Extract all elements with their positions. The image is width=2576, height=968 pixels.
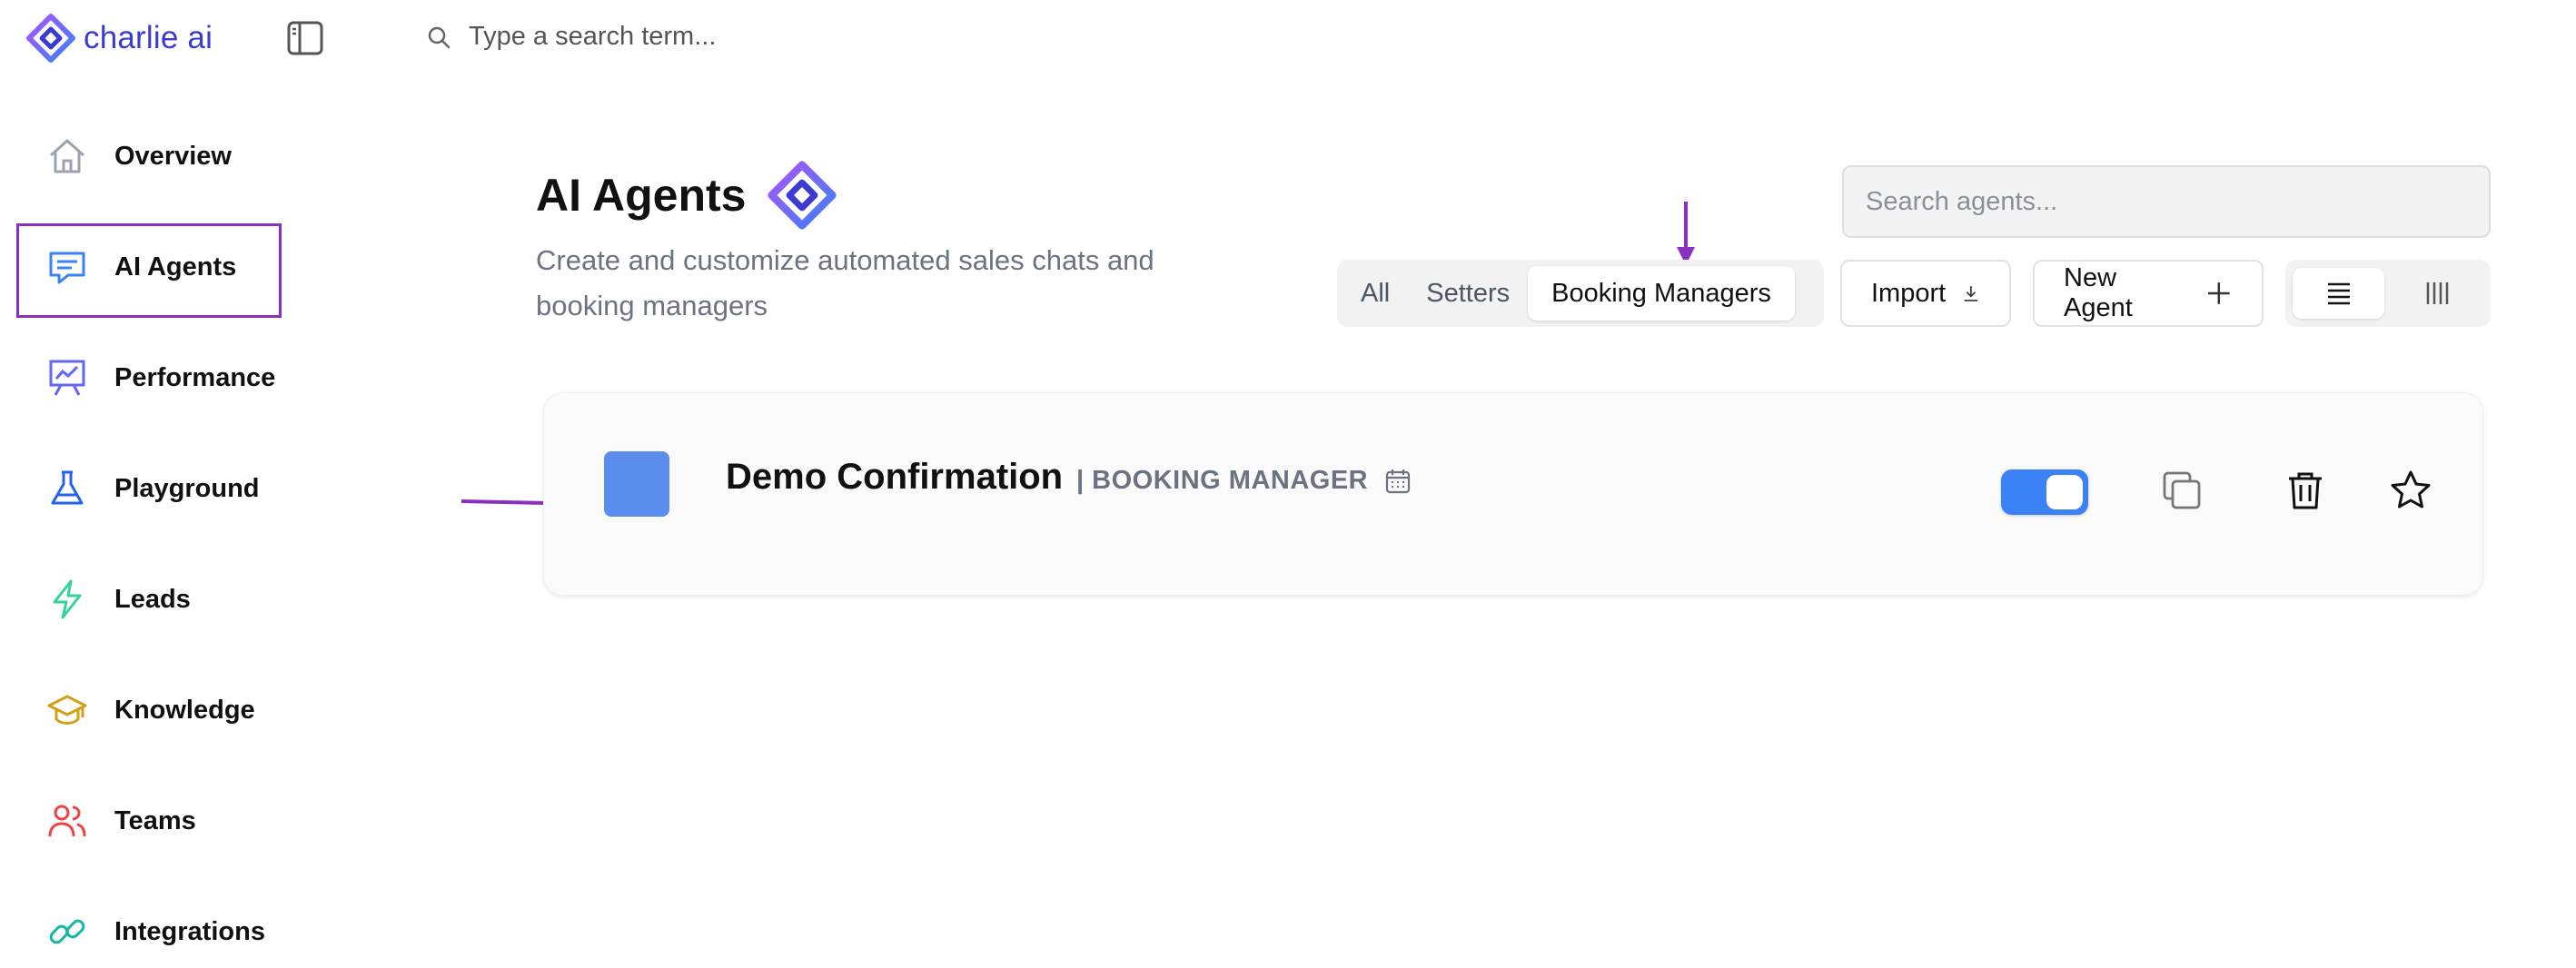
agent-name: Demo Confirmation bbox=[726, 457, 1064, 497]
sidebar-item-label: Teams bbox=[114, 805, 196, 835]
sidebar-item-overview[interactable]: Overview bbox=[45, 129, 232, 183]
flask-icon bbox=[45, 467, 89, 510]
import-button[interactable]: Import bbox=[1840, 260, 2011, 327]
sidebar-item-label: Knowledge bbox=[114, 695, 255, 725]
link-icon bbox=[45, 910, 89, 953]
delete-button[interactable] bbox=[2283, 468, 2328, 513]
agent-filter-tabs: All Setters Booking Managers bbox=[1337, 260, 1824, 327]
sidebar-item-teams[interactable]: Teams bbox=[45, 794, 196, 848]
sidebar-item-ai-agents[interactable]: AI Agents bbox=[45, 240, 236, 294]
agent-card[interactable]: Demo Confirmation | BOOKING MANAGER bbox=[543, 392, 2483, 596]
sidebar-item-playground[interactable]: Playground bbox=[45, 461, 260, 516]
logo-text: charlie ai bbox=[84, 20, 213, 55]
toggle-knob bbox=[2046, 475, 2083, 509]
agent-type-badge: | BOOKING MANAGER bbox=[1076, 466, 1412, 496]
app-logo[interactable]: charlie ai bbox=[25, 13, 213, 64]
graduation-cap-icon bbox=[45, 688, 89, 732]
sidebar-item-knowledge[interactable]: Knowledge bbox=[45, 683, 255, 737]
list-view-icon bbox=[2327, 282, 2350, 305]
charlie-logo-icon bbox=[26, 14, 75, 63]
chat-icon bbox=[45, 245, 89, 289]
home-icon bbox=[45, 134, 89, 178]
top-search-bar[interactable] bbox=[427, 22, 1105, 52]
tab-setters[interactable]: Setters bbox=[1408, 266, 1528, 321]
sidebar-item-label: Performance bbox=[114, 362, 276, 392]
page-header: AI Agents bbox=[536, 160, 837, 231]
copy-icon bbox=[2163, 471, 2201, 509]
agent-type-label: | BOOKING MANAGER bbox=[1076, 466, 1369, 495]
tab-all[interactable]: All bbox=[1342, 266, 1408, 321]
plus-icon bbox=[2208, 282, 2231, 304]
lightning-icon bbox=[45, 578, 89, 621]
agent-search-input[interactable] bbox=[1866, 186, 2489, 217]
duplicate-button[interactable] bbox=[2159, 468, 2204, 513]
agent-avatar bbox=[604, 451, 669, 517]
agent-search-box[interactable] bbox=[1842, 165, 2491, 238]
view-mode-toggle bbox=[2285, 260, 2491, 327]
users-icon bbox=[45, 799, 89, 843]
sidebar-item-label: Leads bbox=[114, 584, 191, 614]
sidebar-item-integrations[interactable]: Integrations bbox=[45, 904, 265, 959]
sidebar-item-label: Integrations bbox=[114, 916, 265, 946]
column-view-button[interactable] bbox=[2392, 268, 2483, 319]
sidebar-item-label: AI Agents bbox=[114, 252, 237, 282]
tab-booking-managers[interactable]: Booking Managers bbox=[1528, 266, 1795, 321]
charlie-logo-icon bbox=[767, 161, 837, 230]
search-icon bbox=[428, 26, 451, 48]
column-view-icon bbox=[2426, 282, 2448, 304]
list-view-button[interactable] bbox=[2293, 268, 2384, 319]
annotation-arrow-down bbox=[1677, 202, 1695, 265]
download-icon bbox=[1964, 286, 1978, 301]
import-button-label: Import bbox=[1871, 278, 1947, 308]
calendar-icon bbox=[1386, 469, 1411, 493]
trash-icon bbox=[2289, 472, 2322, 509]
new-agent-button-label: New Agent bbox=[2064, 263, 2133, 322]
sidebar-item-label: Playground bbox=[114, 473, 260, 503]
sidebar-panel-icon bbox=[287, 21, 323, 55]
sidebar-toggle-button[interactable] bbox=[287, 20, 323, 56]
chart-board-icon bbox=[45, 356, 89, 400]
top-search-input[interactable] bbox=[469, 22, 1105, 52]
sidebar-item-performance[interactable]: Performance bbox=[45, 351, 275, 405]
favorite-button[interactable] bbox=[2388, 468, 2433, 513]
page-title: AI Agents bbox=[536, 170, 747, 221]
star-icon bbox=[2391, 470, 2431, 509]
page-subtitle: Create and customize automated sales cha… bbox=[536, 244, 1154, 321]
sidebar-item-label: Overview bbox=[114, 141, 232, 171]
agent-enabled-toggle[interactable] bbox=[2001, 469, 2088, 515]
new-agent-button[interactable]: New Agent bbox=[2033, 260, 2264, 327]
sidebar-item-leads[interactable]: Leads bbox=[45, 572, 191, 627]
app-page: charlie ai Overview AI Agents bbox=[0, 0, 2576, 968]
